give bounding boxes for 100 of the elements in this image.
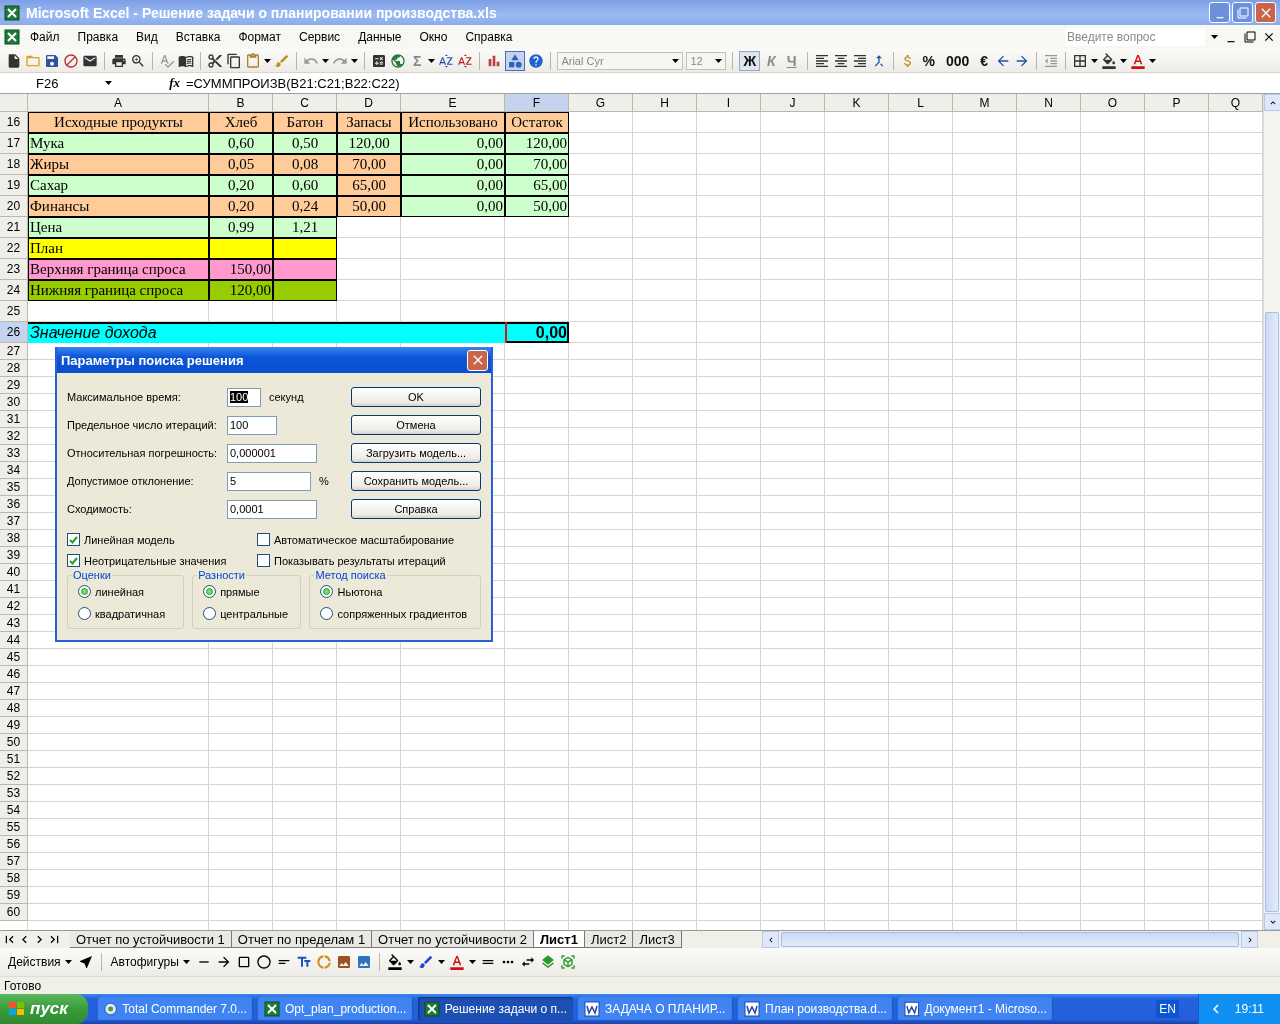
- caret-icon[interactable]: [715, 58, 723, 63]
- row-header[interactable]: 17: [0, 133, 28, 154]
- globe-icon[interactable]: [390, 52, 406, 69]
- radio-button[interactable]: [203, 607, 217, 620]
- input-field[interactable]: 5: [227, 471, 311, 491]
- checkbox[interactable]: [257, 554, 270, 567]
- calculator-icon[interactable]: [371, 52, 387, 69]
- row-header[interactable]: 42: [0, 598, 28, 615]
- menu-item[interactable]: Окно: [411, 28, 456, 46]
- language-indicator[interactable]: EN: [1156, 1000, 1179, 1018]
- row-header[interactable]: 19: [0, 175, 28, 196]
- row-header[interactable]: 39: [0, 547, 28, 564]
- column-header[interactable]: L: [889, 94, 953, 112]
- row-header[interactable]: 36: [0, 496, 28, 513]
- align-center-icon[interactable]: [832, 52, 849, 69]
- row-header[interactable]: 50: [0, 734, 28, 751]
- row-header[interactable]: 18: [0, 154, 28, 175]
- sheet-tab[interactable]: Лист3: [632, 931, 682, 948]
- row-header[interactable]: 43: [0, 615, 28, 632]
- input-field[interactable]: 0,000001: [227, 443, 317, 463]
- checkbox-option[interactable]: Показывать результаты итераций: [257, 552, 481, 569]
- row-header[interactable]: 22: [0, 238, 28, 259]
- taskbar-button[interactable]: Opt_plan_production...: [258, 997, 413, 1021]
- copy-icon[interactable]: [226, 52, 242, 69]
- row-header[interactable]: 56: [0, 836, 28, 853]
- row-header[interactable]: 37: [0, 513, 28, 530]
- taskbar-button[interactable]: ЗАДАЧА О ПЛАНИР...: [578, 997, 733, 1021]
- row-header[interactable]: 20: [0, 196, 28, 217]
- taskbar-button[interactable]: Документ1 - Microso...: [898, 997, 1053, 1021]
- row-header[interactable]: 47: [0, 683, 28, 700]
- menu-item[interactable]: Данные: [350, 28, 410, 46]
- restore-icon[interactable]: [1244, 31, 1256, 43]
- checkbox-option[interactable]: Автоматическое масштабирование: [257, 531, 481, 548]
- dialog-button[interactable]: OK: [351, 387, 481, 407]
- menu-item[interactable]: Справка: [457, 28, 521, 46]
- column-header[interactable]: C: [273, 94, 337, 112]
- row-header[interactable]: 41: [0, 581, 28, 598]
- input-field[interactable]: 0,0001: [227, 499, 317, 519]
- print-icon[interactable]: [111, 52, 127, 69]
- radio-button[interactable]: [320, 585, 334, 598]
- menu-item[interactable]: Сервис: [291, 28, 349, 46]
- align-left-icon[interactable]: [813, 52, 830, 69]
- caret-icon[interactable]: [182, 960, 190, 964]
- row-header[interactable]: 25: [0, 301, 28, 322]
- sheet-tab[interactable]: Отчет по устойчивости 2: [371, 931, 534, 948]
- scrollbar-thumb[interactable]: [1265, 312, 1279, 912]
- taskbar-button[interactable]: План роизводства.d...: [738, 997, 893, 1021]
- help-search-field[interactable]: Введите вопрос: [1065, 28, 1205, 46]
- column-header[interactable]: J: [761, 94, 825, 112]
- help-icon[interactable]: [528, 52, 545, 69]
- pointer-icon[interactable]: [77, 954, 94, 970]
- function-label[interactable]: fx: [150, 75, 186, 91]
- row-header[interactable]: 52: [0, 768, 28, 785]
- column-header[interactable]: M: [953, 94, 1017, 112]
- row-header[interactable]: 58: [0, 870, 28, 887]
- row-header[interactable]: 57: [0, 853, 28, 870]
- no-entry-icon[interactable]: [63, 52, 79, 69]
- caret-icon[interactable]: [437, 960, 445, 964]
- row-header[interactable]: 45: [0, 649, 28, 666]
- sheet-tab[interactable]: Отчет по пределам 1: [230, 931, 373, 948]
- menu-item[interactable]: Файл: [22, 28, 68, 46]
- row-header[interactable]: 49: [0, 717, 28, 734]
- row-header[interactable]: 46: [0, 666, 28, 683]
- caret-icon[interactable]: [1211, 35, 1218, 39]
- actions-menu-button[interactable]: Действия: [6, 955, 74, 969]
- scrollbar-thumb[interactable]: [781, 932, 1239, 947]
- magnifier-icon[interactable]: [130, 52, 146, 69]
- name-box[interactable]: F26: [0, 73, 118, 93]
- menu-item[interactable]: Вставка: [167, 28, 229, 46]
- sheet-tab[interactable]: Отчет по устойчивости 1: [70, 931, 232, 948]
- row-header[interactable]: 26: [0, 322, 28, 343]
- radio-option[interactable]: квадратичная: [78, 605, 176, 622]
- row-header[interactable]: 40: [0, 564, 28, 581]
- radio-button[interactable]: [320, 607, 334, 620]
- dialog-button[interactable]: Загрузить модель...: [351, 443, 481, 463]
- row-header[interactable]: 33: [0, 445, 28, 462]
- column-header[interactable]: I: [697, 94, 761, 112]
- row-header[interactable]: 31: [0, 411, 28, 428]
- column-header[interactable]: E: [401, 94, 505, 112]
- column-header[interactable]: O: [1081, 94, 1145, 112]
- radio-button[interactable]: [78, 585, 91, 598]
- caret-icon[interactable]: [1149, 58, 1157, 63]
- close-icon[interactable]: [1262, 30, 1276, 44]
- row-header[interactable]: 16: [0, 112, 28, 133]
- column-header[interactable]: P: [1145, 94, 1209, 112]
- formula-text[interactable]: =СУММПРОИЗВ(B21:C21;B22:C22): [186, 75, 400, 91]
- row-header[interactable]: 59: [0, 887, 28, 904]
- caret-icon[interactable]: [428, 58, 436, 63]
- column-header[interactable]: Q: [1209, 94, 1263, 112]
- caret-icon[interactable]: [1091, 58, 1099, 63]
- font-color-icon[interactable]: [448, 954, 465, 970]
- menu-item[interactable]: Правка: [69, 28, 127, 46]
- clip-art-icon[interactable]: [335, 954, 352, 970]
- dialog-button[interactable]: Отмена: [351, 415, 481, 435]
- row-header[interactable]: 32: [0, 428, 28, 445]
- radio-button[interactable]: [78, 607, 91, 620]
- wordart-icon[interactable]: [295, 954, 312, 970]
- euro-button[interactable]: €: [976, 50, 993, 71]
- caret-icon[interactable]: [672, 58, 680, 63]
- checkbox[interactable]: [67, 554, 80, 567]
